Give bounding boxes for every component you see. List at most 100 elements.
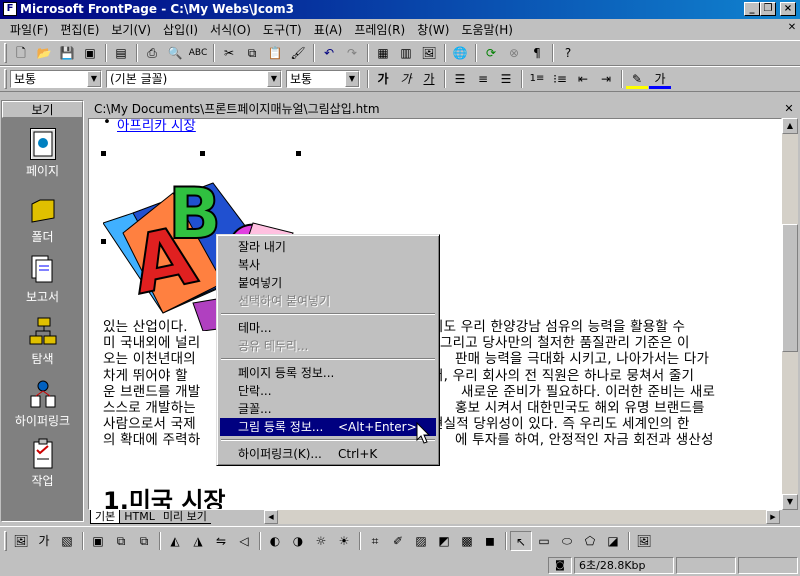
- select-arrow-icon[interactable]: ↖: [510, 530, 532, 551]
- highlight-color-icon[interactable]: ✎: [626, 69, 648, 89]
- stop-icon[interactable]: ⊗: [503, 43, 525, 63]
- frontpage-app-icon[interactable]: F: [3, 2, 17, 16]
- document-close-icon[interactable]: ✕: [782, 102, 796, 116]
- menu-item-paste[interactable]: 붙여넣기: [220, 274, 436, 292]
- menu-item-cut[interactable]: 잘라 내기: [220, 238, 436, 256]
- resample-icon[interactable]: ◼: [479, 531, 501, 551]
- highlight-hotspots-icon[interactable]: ◪: [602, 531, 624, 551]
- dropdown-arrow-icon[interactable]: ▼: [267, 71, 281, 87]
- tab-normal[interactable]: 기본: [90, 510, 121, 524]
- menu-window[interactable]: 창(W): [411, 21, 455, 38]
- menu-insert[interactable]: 삽입(I): [157, 21, 204, 38]
- scroll-down-icon[interactable]: ▼: [782, 494, 798, 510]
- black-white-icon[interactable]: ▨: [410, 531, 432, 551]
- crop-icon[interactable]: ⌗: [364, 531, 386, 551]
- publish-icon[interactable]: ▣: [79, 43, 101, 63]
- restore-picture-icon[interactable]: 🖼: [633, 531, 655, 551]
- menu-item-paragraph[interactable]: 단락...: [220, 382, 436, 400]
- insert-component-icon[interactable]: ▦: [372, 43, 394, 63]
- decrease-indent-icon[interactable]: ⇤: [572, 69, 594, 89]
- refresh-icon[interactable]: ⟳: [480, 43, 502, 63]
- bring-forward-icon[interactable]: ⧉: [110, 531, 132, 551]
- bold-icon[interactable]: 가: [372, 69, 394, 89]
- font-color-icon[interactable]: 가: [649, 69, 671, 89]
- minimize-button[interactable]: _: [744, 2, 760, 16]
- hyperlink-icon[interactable]: 🌐: [449, 43, 471, 63]
- rotate-left-icon[interactable]: ◭: [164, 531, 186, 551]
- resize-handle[interactable]: [101, 239, 106, 244]
- tab-preview[interactable]: 미리 보기: [158, 510, 211, 524]
- view-page[interactable]: 페이지: [2, 128, 83, 179]
- numbered-list-icon[interactable]: 1≡: [526, 69, 548, 89]
- preview-icon[interactable]: 🔍: [164, 43, 186, 63]
- underline-icon[interactable]: 가: [418, 69, 440, 89]
- scroll-thumb[interactable]: [782, 224, 798, 352]
- view-navigation[interactable]: 탐색: [2, 316, 83, 367]
- align-center-icon[interactable]: ≡: [472, 69, 494, 89]
- spelling-icon[interactable]: ABC: [187, 43, 209, 63]
- help-icon[interactable]: ?: [557, 43, 579, 63]
- format-painter-icon[interactable]: 🖌: [287, 43, 309, 63]
- menu-item-picture-properties[interactable]: 그림 등록 정보... <Alt+Enter>: [220, 418, 436, 436]
- rotate-right-icon[interactable]: ◮: [187, 531, 209, 551]
- view-folders[interactable]: 폴더: [2, 194, 83, 245]
- menu-item-hyperlink[interactable]: 하이퍼링크(K)... Ctrl+K: [220, 445, 436, 463]
- menu-frames[interactable]: 프레임(R): [348, 21, 411, 38]
- rectangle-hotspot-icon[interactable]: ▭: [533, 531, 555, 551]
- open-folder-icon[interactable]: 📂: [33, 43, 55, 63]
- menu-edit[interactable]: 편집(E): [54, 21, 105, 38]
- position-absolute-icon[interactable]: ▣: [87, 531, 109, 551]
- insert-table-icon[interactable]: ▥: [395, 43, 417, 63]
- menu-item-copy[interactable]: 복사: [220, 256, 436, 274]
- view-reports[interactable]: 보고서: [2, 254, 83, 305]
- flip-vertical-icon[interactable]: ◁: [233, 531, 255, 551]
- wash-out-icon[interactable]: ◩: [433, 531, 455, 551]
- new-page-icon[interactable]: 🗋: [10, 43, 32, 63]
- view-hyperlinks[interactable]: 하이퍼링크: [2, 378, 83, 429]
- style-select[interactable]: 보통 ▼: [10, 70, 102, 88]
- menu-item-page-properties[interactable]: 페이지 등록 정보...: [220, 364, 436, 382]
- view-tasks[interactable]: 작업: [2, 438, 83, 489]
- paste-icon[interactable]: 📋: [264, 43, 286, 63]
- save-icon[interactable]: 💾: [56, 43, 78, 63]
- menu-table[interactable]: 표(A): [308, 21, 349, 38]
- restore-button[interactable]: ❐: [760, 2, 776, 16]
- insert-picture-icon[interactable]: 🖼: [10, 531, 32, 551]
- folder-list-icon[interactable]: ▤: [110, 43, 132, 63]
- menu-item-font[interactable]: 글꼴...: [220, 400, 436, 418]
- copy-icon[interactable]: ⧉: [241, 43, 263, 63]
- less-contrast-icon[interactable]: ◑: [287, 531, 309, 551]
- menu-format[interactable]: 서식(O): [204, 21, 257, 38]
- show-all-icon[interactable]: ¶: [526, 43, 548, 63]
- bullet-link-text[interactable]: 아프리카 시장: [117, 119, 196, 134]
- font-select[interactable]: (기본 글꼴) ▼: [106, 70, 282, 88]
- bullet-link[interactable]: • 아프리카 시장: [103, 119, 196, 134]
- more-contrast-icon[interactable]: ◐: [264, 531, 286, 551]
- increase-indent-icon[interactable]: ⇥: [595, 69, 617, 89]
- cut-icon[interactable]: ✂: [218, 43, 240, 63]
- resize-handle[interactable]: [101, 151, 106, 156]
- menu-view[interactable]: 보기(V): [105, 21, 157, 38]
- doc-close-icon[interactable]: ✕: [786, 22, 798, 36]
- text-icon[interactable]: 가: [33, 531, 55, 551]
- bullet-list-icon[interactable]: ⁝≡: [549, 69, 571, 89]
- menu-help[interactable]: 도움말(H): [455, 21, 519, 38]
- align-right-icon[interactable]: ☰: [495, 69, 517, 89]
- print-icon[interactable]: ⎙: [141, 43, 163, 63]
- more-brightness-icon[interactable]: ☼: [310, 531, 332, 551]
- auto-thumbnail-icon[interactable]: ▧: [56, 531, 78, 551]
- dropdown-arrow-icon[interactable]: ▼: [87, 71, 101, 87]
- close-button[interactable]: ×: [780, 2, 796, 16]
- vertical-scrollbar[interactable]: ▲ ▼: [782, 118, 798, 510]
- horizontal-scrollbar[interactable]: [278, 510, 766, 524]
- align-left-icon[interactable]: ☰: [449, 69, 471, 89]
- menu-file[interactable]: 파일(F): [4, 21, 54, 38]
- undo-icon[interactable]: ↶: [318, 43, 340, 63]
- italic-icon[interactable]: 가: [395, 69, 417, 89]
- menu-item-theme[interactable]: 테마...: [220, 319, 436, 337]
- bevel-icon[interactable]: ▩: [456, 531, 478, 551]
- scroll-right-icon[interactable]: ▶: [766, 510, 780, 524]
- set-transparent-icon[interactable]: ✐: [387, 531, 409, 551]
- tab-html[interactable]: HTML: [120, 510, 159, 524]
- resize-handle[interactable]: [200, 151, 205, 156]
